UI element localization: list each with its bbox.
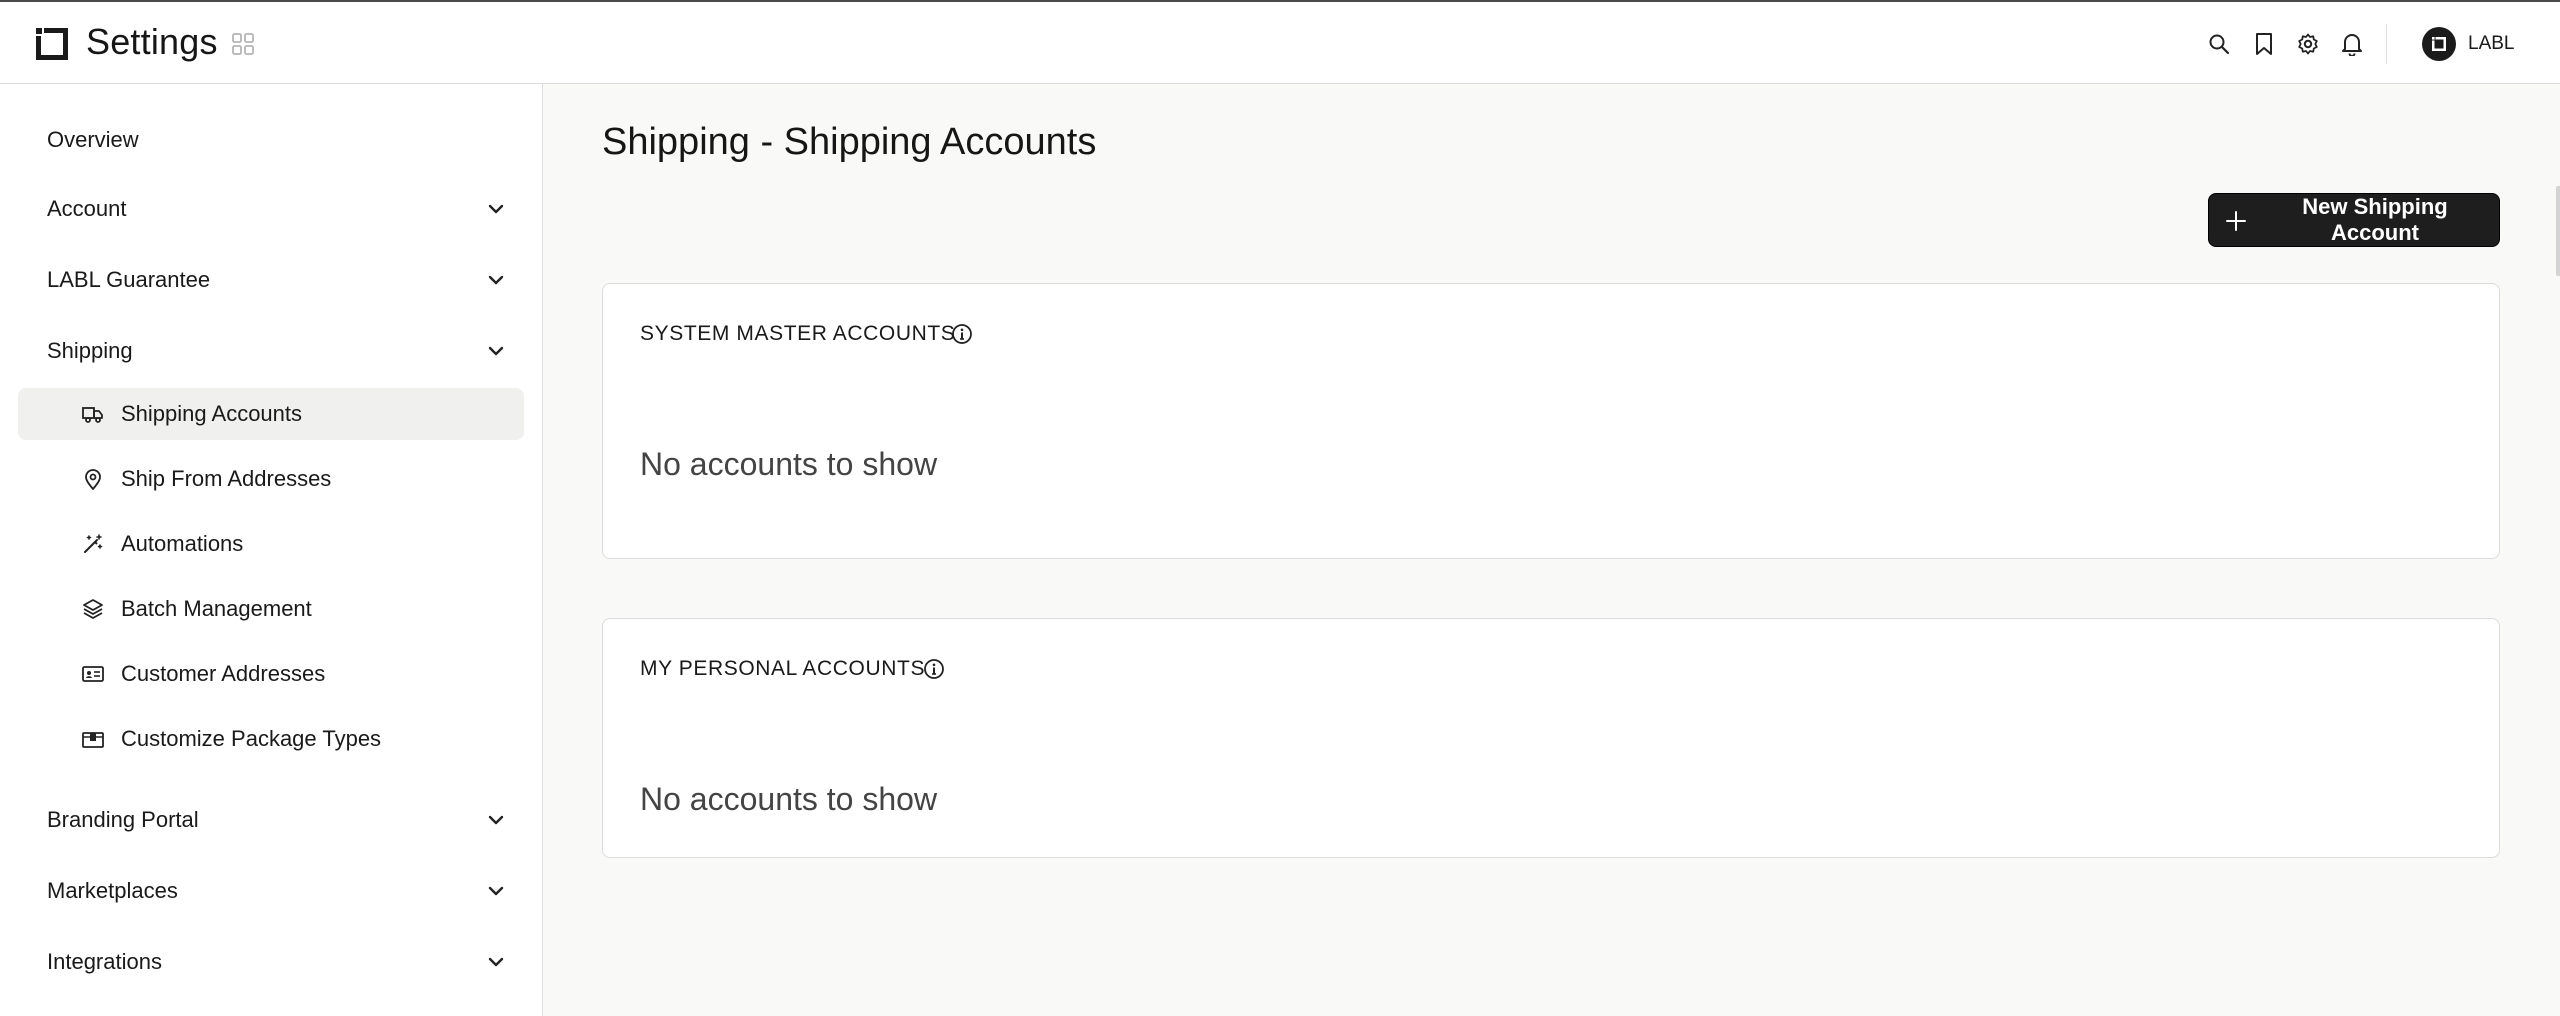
sidebar-subitem-ship-from-addresses[interactable]: Ship From Addresses [18,453,524,505]
chevron-down-icon [488,204,504,214]
avatar-logo-icon [2432,37,2446,51]
chevron-down-icon [488,957,504,967]
sidebar-item-label: LABL Guarantee [47,267,211,292]
sidebar-item-branding-portal[interactable]: Branding Portal [18,794,524,846]
page-title: Shipping - Shipping Accounts [602,121,1097,163]
layers-icon [83,599,103,619]
empty-state-text: No accounts to show [640,781,938,817]
grid-icon[interactable] [232,33,254,55]
sidebar-item-label: Account [47,196,127,221]
chevron-down-icon [488,346,504,356]
sidebar-subitem-label: Automations [121,531,244,556]
bell-icon[interactable] [2338,30,2366,58]
sidebar-subitem-label: Customer Addresses [121,661,326,686]
sidebar: Overview Account LABL Guarantee Shipping… [0,84,543,1016]
chevron-down-icon [488,886,504,896]
sidebar-item-label: Branding Portal [47,807,199,832]
sidebar-subitem-label: Batch Management [121,596,312,621]
sidebar-subitem-customer-addresses[interactable]: Customer Addresses [18,648,524,700]
info-icon[interactable] [923,658,945,680]
sidebar-item-integrations[interactable]: Integrations [18,936,524,988]
info-icon[interactable] [951,323,973,345]
chevron-down-icon [488,275,504,285]
new-shipping-account-label: New Shipping Account [2302,194,2448,245]
sidebar-item-labl-guarantee[interactable]: LABL Guarantee [18,254,524,306]
card-title: SYSTEM MASTER ACCOUNTS [640,322,956,345]
sidebar-item-account[interactable]: Account [18,183,524,235]
user-avatar[interactable] [2422,27,2456,61]
chevron-down-icon [488,815,504,825]
sidebar-subitem-label: Shipping Accounts [121,401,303,426]
card-title: MY PERSONAL ACCOUNTS [640,657,926,680]
new-shipping-account-button[interactable]: New Shipping Account [2208,193,2500,247]
map-pin-icon [85,469,101,490]
sidebar-subitem-batch-management[interactable]: Batch Management [18,583,524,635]
empty-state-text: No accounts to show [640,446,938,482]
sidebar-subitem-automations[interactable]: Automations [18,518,524,570]
sidebar-item-label: Shipping [47,338,133,363]
plus-icon [2226,211,2246,231]
gear-icon[interactable] [2294,30,2322,58]
sidebar-item-label: Integrations [47,949,162,974]
labl-logo-icon[interactable] [34,26,70,62]
user-name[interactable]: LABL [2468,32,2514,56]
package-icon [82,732,104,748]
sidebar-item-marketplaces[interactable]: Marketplaces [18,865,524,917]
scroll-handle[interactable] [2556,186,2560,276]
system-master-accounts-card: SYSTEM MASTER ACCOUNTS No accounts to sh… [602,283,2500,559]
sidebar-subitem-label: Customize Package Types [121,726,382,751]
header-divider [2386,24,2387,64]
address-card-icon [82,666,104,682]
bookmark-icon[interactable] [2250,30,2278,58]
sidebar-item-label: Marketplaces [47,878,178,903]
top-bar: Settings LABL [0,0,2560,84]
sidebar-item-overview[interactable]: Overview [18,114,524,166]
sidebar-subitem-customize-package-types[interactable]: Customize Package Types [18,713,524,765]
magic-wand-icon [84,534,103,553]
sidebar-item-shipping[interactable]: Shipping [18,325,524,377]
my-personal-accounts-card: MY PERSONAL ACCOUNTS No accounts to show [602,618,2500,858]
sidebar-subitem-label: Ship From Addresses [121,466,332,491]
app-title: Settings [86,21,218,62]
truck-icon [82,407,103,423]
search-icon[interactable] [2205,30,2233,58]
sidebar-item-label: Overview [47,127,139,152]
sidebar-subitem-shipping-accounts[interactable]: Shipping Accounts [18,388,524,440]
